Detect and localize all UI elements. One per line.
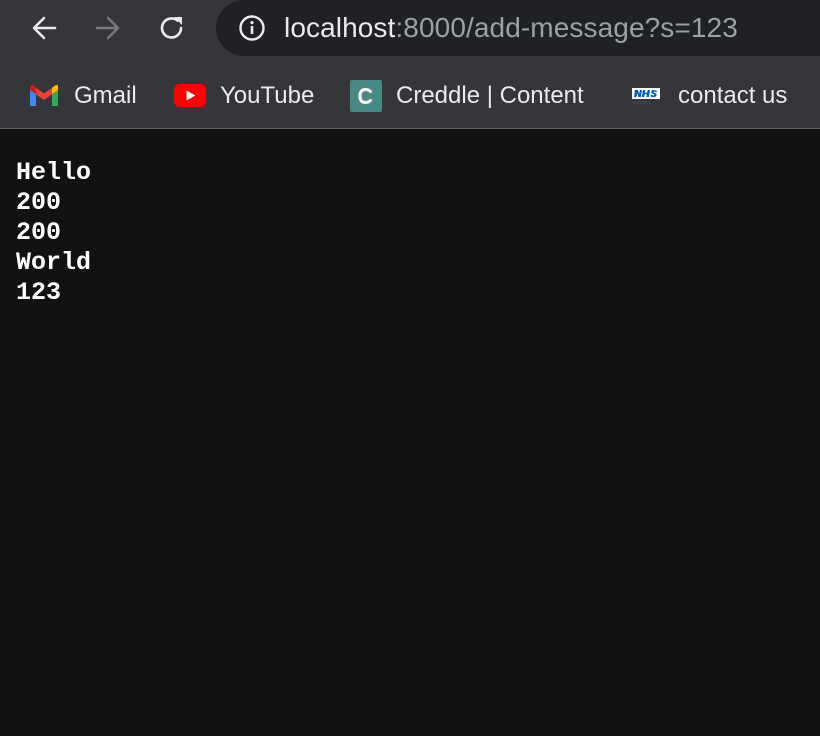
- address-bar[interactable]: localhost:8000/add-message?s=123: [216, 0, 820, 56]
- output-line: Hello: [16, 158, 92, 187]
- bookmark-label: Creddle | Content: [396, 82, 584, 109]
- reload-icon: [160, 17, 183, 39]
- bookmark-label: contact us: [678, 82, 788, 109]
- bookmark-creddle[interactable]: Creddle | Content: [350, 72, 584, 120]
- url-text[interactable]: localhost:8000/add-message?s=123: [284, 12, 738, 44]
- back-arrow-icon: [32, 16, 57, 40]
- bookmark-label: Gmail: [74, 82, 137, 109]
- output-line: 200: [16, 218, 62, 247]
- browser-chrome: localhost:8000/add-message?s=123 Gmail Y…: [0, 0, 820, 129]
- reload-button[interactable]: [152, 8, 192, 48]
- back-button[interactable]: [24, 8, 64, 48]
- info-icon[interactable]: [238, 14, 266, 42]
- bookmark-contact-us[interactable]: contact us: [632, 72, 787, 120]
- bookmark-gmail[interactable]: Gmail: [28, 72, 137, 120]
- output-line: 123: [16, 278, 62, 307]
- bookmark-label: YouTube: [220, 82, 315, 109]
- bookmarks-bar: Gmail YouTube Creddle | Content contact …: [0, 72, 820, 120]
- output-line: World: [16, 248, 92, 277]
- page-content: Hello 200 200 World 123: [16, 158, 91, 308]
- youtube-icon: [174, 80, 206, 112]
- creddle-icon: [350, 80, 382, 112]
- url-path: :8000/add-message?s=123: [395, 12, 738, 43]
- url-host: localhost: [284, 12, 396, 43]
- browser-toolbar: localhost:8000/add-message?s=123: [0, 0, 820, 56]
- gmail-icon: [28, 80, 60, 112]
- nhs-icon: [632, 80, 664, 112]
- forward-arrow-icon: [95, 16, 120, 40]
- forward-button[interactable]: [88, 8, 128, 48]
- bookmark-youtube[interactable]: YouTube: [174, 72, 314, 120]
- output-line: 200: [16, 188, 62, 217]
